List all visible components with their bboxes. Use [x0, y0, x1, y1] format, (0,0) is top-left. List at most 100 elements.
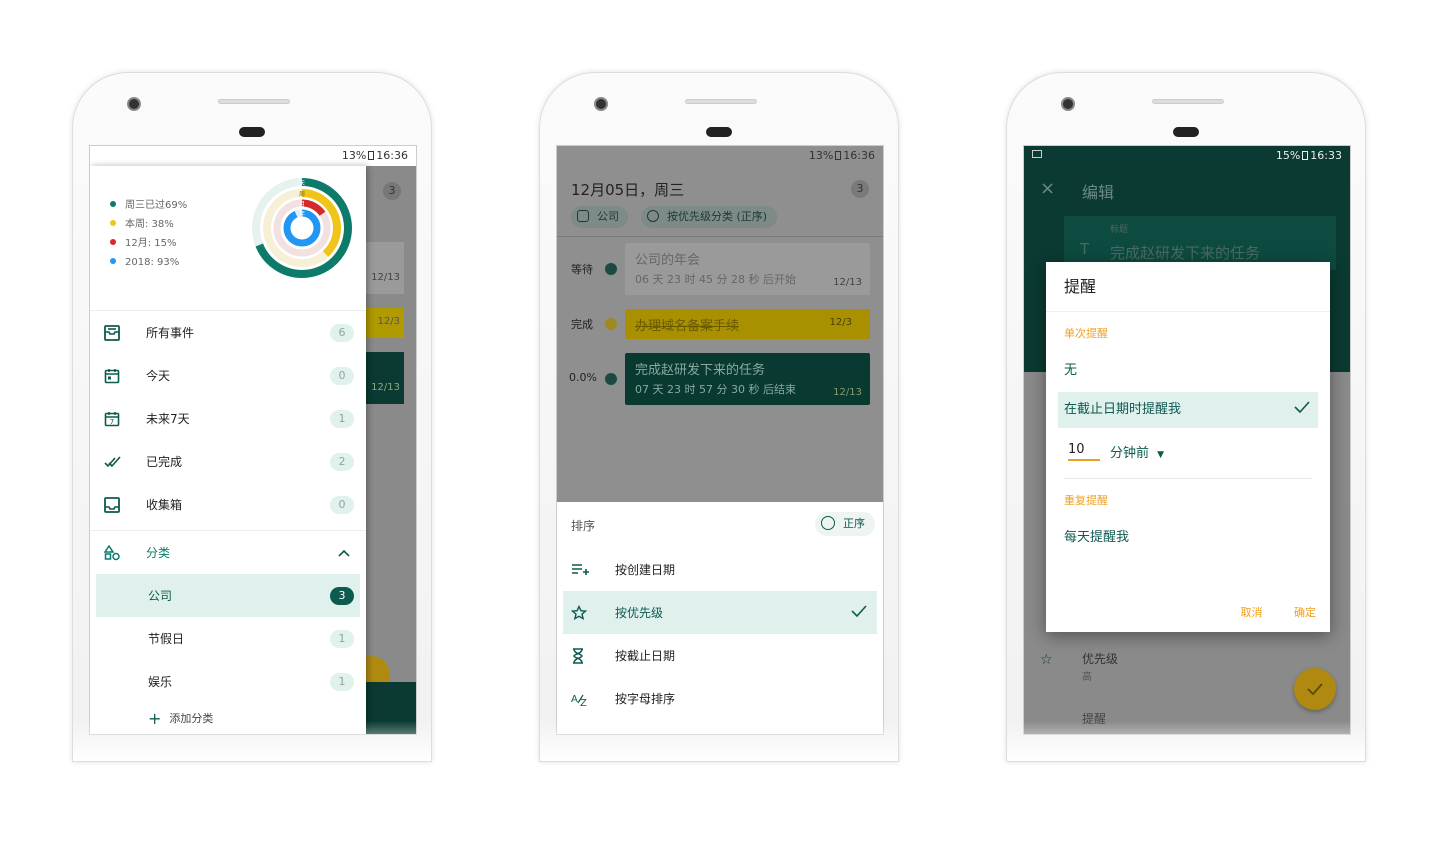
- page-title: 12月05日，周三: [571, 181, 685, 199]
- nav-label: 所有事件: [146, 326, 195, 340]
- hourglass-icon: [571, 647, 589, 664]
- nav-item-completed[interactable]: 已完成 2: [90, 440, 366, 483]
- task-date: 12/13: [833, 387, 862, 398]
- screen-drawer: 13% 16:36 3 12/13 12/3 12/13 周三已过69% 本周: …: [89, 145, 417, 735]
- chip-label: 按优先级分类 (正序): [667, 210, 768, 223]
- task-card[interactable]: 公司的年会 06 天 23 时 45 分 28 秒 后开始 12/13: [625, 243, 870, 295]
- front-camera: [1061, 97, 1075, 111]
- chevron-up-icon[interactable]: [338, 546, 350, 560]
- done-icon: [605, 318, 617, 330]
- earpiece-speaker: [685, 99, 757, 104]
- minutes-input[interactable]: 10: [1068, 442, 1100, 461]
- dropdown-label: 分钟前: [1110, 446, 1150, 461]
- text-format-icon: T: [1080, 240, 1090, 258]
- ring-label: 年: [299, 210, 305, 218]
- legend-item: 2018: 93%: [110, 253, 187, 272]
- close-icon[interactable]: ×: [1040, 178, 1055, 199]
- ok-button[interactable]: 确定: [1294, 606, 1316, 619]
- task-countdown: 06 天 23 时 45 分 28 秒 后开始: [635, 273, 796, 286]
- star-icon: [571, 604, 589, 621]
- battery-text: 15%: [1275, 149, 1301, 162]
- category-item-company[interactable]: 公司 3: [96, 574, 360, 617]
- nav-item-all-events[interactable]: 所有事件 6: [90, 311, 366, 354]
- check-icon: [1307, 683, 1323, 695]
- sort-option-label: 按创建日期: [615, 563, 676, 577]
- legend-dot: [110, 201, 116, 207]
- minutes-before-row: 10 分钟前 ▼: [1046, 428, 1330, 478]
- chip-category[interactable]: 公司: [571, 206, 628, 228]
- save-fab-button[interactable]: [1294, 668, 1336, 710]
- nav-item-next-7-days[interactable]: 7 未来7天 1: [90, 397, 366, 440]
- nav-count-badge: 1: [330, 409, 354, 428]
- single-reminder-header: 单次提醒: [1064, 327, 1108, 340]
- nav-item-today[interactable]: 今天 0: [90, 354, 366, 397]
- minutes-unit-dropdown[interactable]: 分钟前 ▼: [1110, 442, 1164, 461]
- sheet-title: 排序: [571, 518, 596, 533]
- legend-label: 12月: 15%: [125, 238, 177, 249]
- category-count-badge: 3: [330, 586, 354, 605]
- reminder-label: 提醒: [1082, 712, 1107, 726]
- battery-icon: [368, 151, 375, 160]
- repeat-reminder-header: 重复提醒: [1064, 494, 1108, 507]
- nav-label: 今天: [146, 369, 171, 383]
- cancel-button[interactable]: 取消: [1241, 606, 1263, 619]
- swap-order-icon: [821, 516, 835, 530]
- calendar-today-icon: [104, 368, 122, 384]
- task-card[interactable]: 完成赵研发下来的任务 07 天 23 时 57 分 30 秒 后结束 12/13: [625, 353, 870, 405]
- check-icon: [851, 605, 867, 620]
- screen-reminder: 15% 16:33 × 编辑 标题 T 完成赵研发下来的任务 ☆ 优先级 高 提醒…: [1023, 145, 1351, 735]
- task-title: 完成赵研发下来的任务: [635, 363, 766, 378]
- reminder-dialog: 提醒 单次提醒 无 在截止日期时提醒我 10 分钟前 ▼ 重复提醒 每天提醒我 …: [1046, 262, 1330, 632]
- front-camera: [594, 97, 608, 111]
- chip-label: 公司: [597, 210, 619, 223]
- plus-icon: +: [148, 708, 162, 728]
- pause-icon: [605, 263, 617, 275]
- dialog-title: 提醒: [1046, 262, 1330, 312]
- sort-bottom-sheet: 排序 正序 按创建日期 按优先级 按截止日期 AZ 按字母排序: [557, 502, 883, 734]
- play-icon: [605, 373, 617, 385]
- nav-count-badge: 0: [330, 495, 354, 514]
- nav-item-inbox[interactable]: 收集箱 0: [90, 483, 366, 526]
- legend-dot: [110, 239, 116, 245]
- nav-list: 所有事件 6 今天 0 7 未来7天 1 已完成 2 收集箱 0 分类 公司 3…: [90, 310, 366, 733]
- category-chip-icon: [577, 210, 589, 222]
- option-at-deadline[interactable]: 在截止日期时提醒我: [1058, 392, 1318, 428]
- nav-count-badge: 6: [330, 323, 354, 342]
- playlist-add-icon: [571, 563, 589, 577]
- sort-option-priority[interactable]: 按优先级: [563, 591, 877, 634]
- task-countdown: 07 天 23 时 57 分 30 秒 后结束: [635, 383, 796, 396]
- legend-dot: [110, 220, 116, 226]
- category-item-entertainment[interactable]: 娱乐 1: [90, 660, 366, 703]
- clock-text: 16:33: [1310, 149, 1342, 162]
- sort-option-alphabetical[interactable]: AZ 按字母排序: [557, 677, 883, 720]
- legend-label: 周三已过69%: [125, 200, 188, 211]
- chip-sort[interactable]: 按优先级分类 (正序): [641, 206, 778, 228]
- category-label: 节假日: [148, 632, 185, 646]
- check-icon: [1294, 392, 1310, 428]
- nav-label: 收集箱: [146, 498, 183, 512]
- bg-card: 12/13: [364, 352, 404, 404]
- add-category-label: 添加分类: [169, 712, 214, 725]
- category-section-header[interactable]: 分类: [90, 531, 366, 574]
- ring-label: 月: [299, 201, 305, 208]
- scrim[interactable]: 3 12/13 12/3 12/13: [352, 166, 416, 734]
- svg-text:7: 7: [110, 418, 114, 426]
- sort-option-deadline[interactable]: 按截止日期: [557, 634, 883, 677]
- add-category-button[interactable]: + 添加分类: [90, 703, 366, 733]
- page-title: 编辑: [1082, 183, 1115, 202]
- legend-item: 本周: 38%: [110, 215, 187, 234]
- priority-label: 优先级: [1082, 652, 1119, 666]
- order-toggle-button[interactable]: 正序: [815, 512, 875, 536]
- task-title: 公司的年会: [635, 253, 701, 268]
- task-card[interactable]: 办理域名备案手续 12/3: [625, 309, 870, 339]
- category-item-holiday[interactable]: 节假日 1: [90, 617, 366, 660]
- phone-frame-2: 13% 16:36 12月05日，周三 3 公司 按优先级分类 (正序) 等待 完…: [539, 72, 899, 762]
- option-none[interactable]: 无: [1046, 350, 1330, 392]
- sort-option-created[interactable]: 按创建日期: [557, 548, 883, 591]
- bg-card: 12/3: [364, 308, 404, 338]
- status-bar: 15% 16:33: [1024, 146, 1350, 166]
- scrim[interactable]: 13% 16:36 12月05日，周三 3 公司 按优先级分类 (正序) 等待 完…: [557, 146, 883, 502]
- nav-label: 未来7天: [146, 412, 190, 426]
- option-repeat-daily[interactable]: 每天提醒我: [1046, 519, 1330, 557]
- legend-item: 12月: 15%: [110, 234, 187, 253]
